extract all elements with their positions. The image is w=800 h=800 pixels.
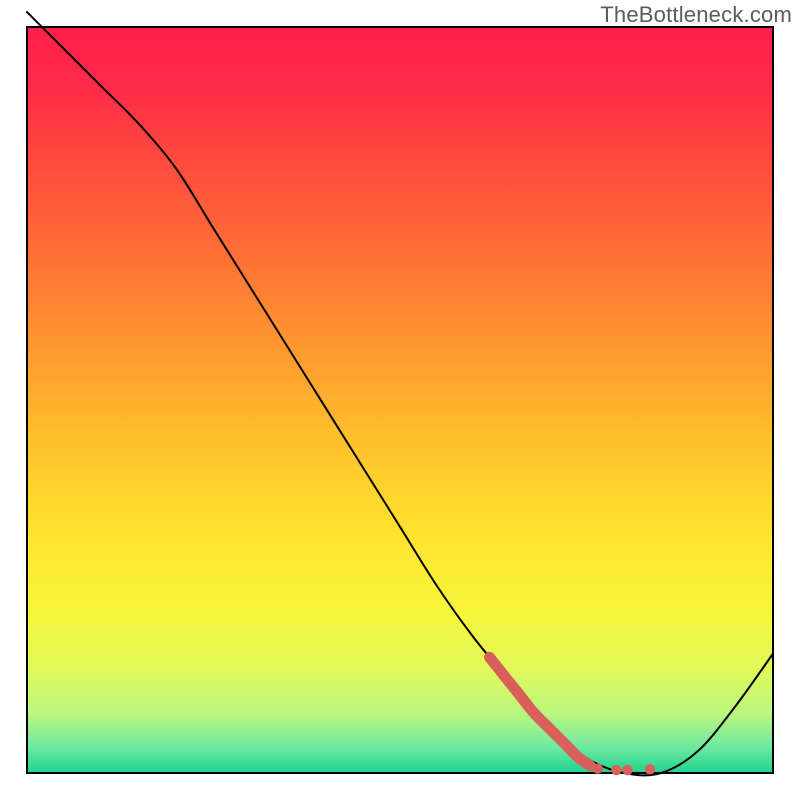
highlight-dot <box>592 763 602 773</box>
bottleneck-chart <box>0 0 800 800</box>
highlight-dot <box>611 765 621 775</box>
chart-stage: TheBottleneck.com <box>0 0 800 800</box>
watermark-text: TheBottleneck.com <box>600 2 792 28</box>
highlight-dot <box>622 765 632 775</box>
plot-background <box>27 27 773 773</box>
highlight-dot <box>645 764 655 774</box>
